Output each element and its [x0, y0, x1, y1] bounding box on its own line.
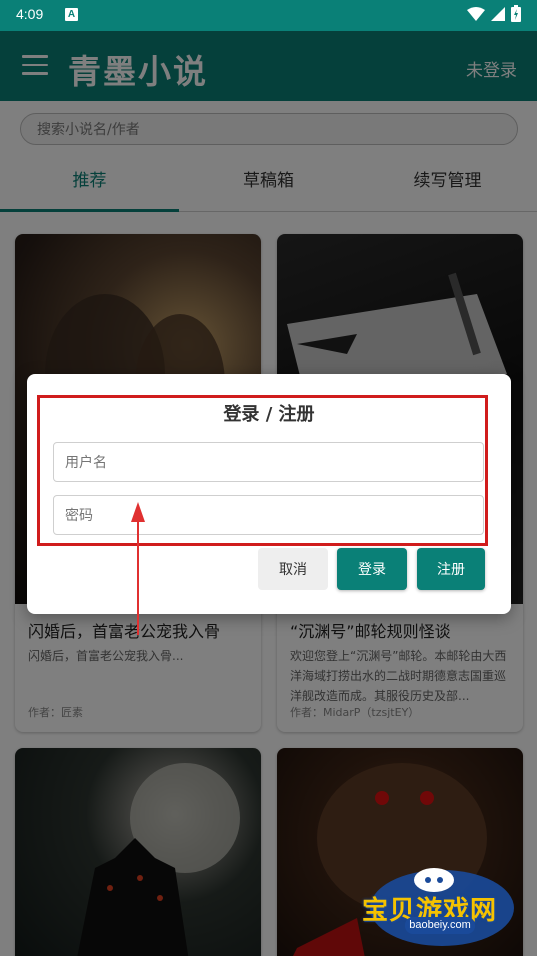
- signal-icon: [491, 6, 505, 21]
- login-button[interactable]: 登录: [337, 548, 407, 590]
- annotation-arrow-icon: [131, 502, 145, 635]
- status-time: 4:09: [16, 6, 44, 22]
- annotation-highlight-box: [37, 395, 488, 546]
- watermark-url: baobeiy.com: [405, 917, 475, 934]
- status-bar: 4:09 A: [0, 0, 537, 31]
- notification-a-icon: A: [65, 8, 78, 21]
- cancel-button[interactable]: 取消: [258, 548, 328, 590]
- register-button[interactable]: 注册: [417, 548, 485, 590]
- battery-icon: [511, 5, 521, 22]
- wifi-icon: [467, 6, 485, 21]
- status-icons: [467, 5, 521, 22]
